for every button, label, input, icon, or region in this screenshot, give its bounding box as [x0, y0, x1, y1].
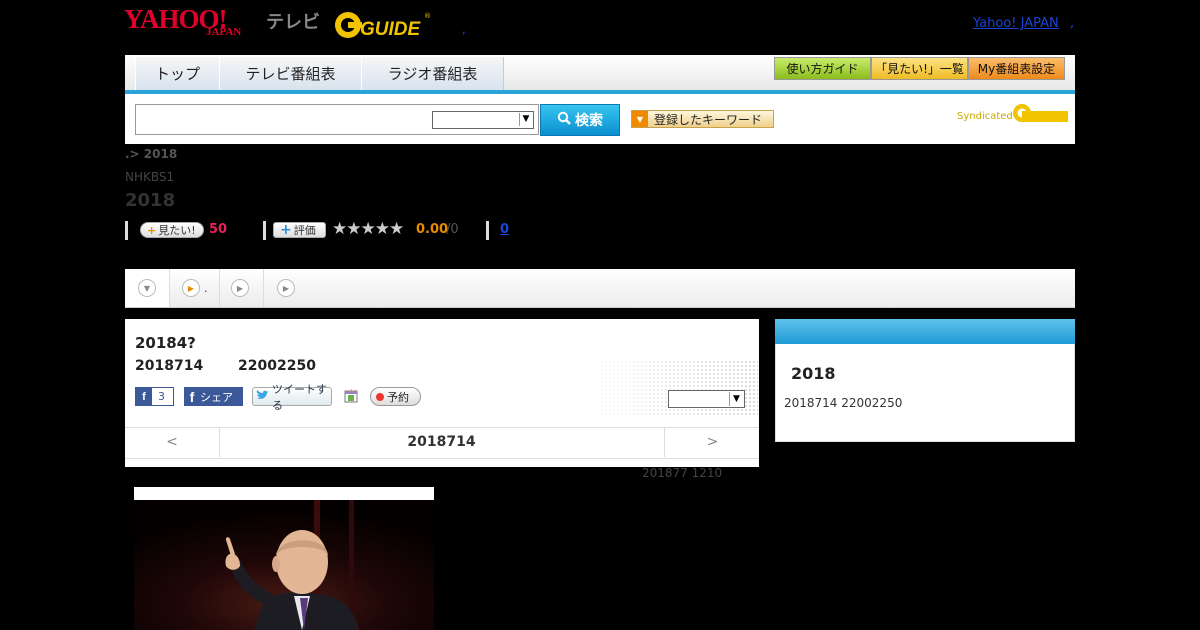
current-episode-date: 2018714	[407, 434, 476, 450]
divider	[263, 221, 266, 240]
want-list-button[interactable]: 「見たい!」一覧	[871, 57, 968, 80]
episode-time: 22002250	[238, 358, 316, 374]
usage-guide-button[interactable]: 使い方ガイド	[774, 57, 871, 80]
rate-label: 評価	[293, 224, 316, 237]
update-note: 201877 1210	[642, 466, 723, 480]
tweet-button[interactable]: ツイートする	[252, 383, 332, 412]
tab-section-2-label: .	[204, 281, 208, 295]
comments-link[interactable]: 0	[500, 222, 509, 237]
gguide-logo[interactable]: GUIDE ®	[334, 10, 432, 40]
rating-value: 0.00	[416, 222, 449, 237]
header-dot: ,	[462, 22, 466, 36]
search-button[interactable]: 検索	[540, 104, 620, 136]
search-button-label: 検索	[575, 113, 603, 129]
tab-top[interactable]: トップ	[135, 57, 220, 90]
gguide-logo-text: GUIDE	[360, 19, 422, 40]
tab-radio-listings[interactable]: ラジオ番組表	[361, 57, 504, 90]
facebook-like-count: 3	[158, 390, 165, 403]
play-icon: ▶	[277, 279, 295, 297]
plus-icon: +	[280, 222, 292, 238]
plus-icon: +	[147, 223, 157, 237]
rating-stars: ★★★★★	[332, 219, 404, 239]
chevron-down-icon[interactable]: ▼	[729, 392, 743, 406]
reserve-button[interactable]: 予約	[370, 387, 421, 406]
breadcrumb[interactable]: .> 2018	[125, 147, 177, 161]
program-title: 2018	[125, 190, 176, 211]
sidebar-title: 2018	[791, 364, 836, 383]
play-icon: ▶	[182, 279, 200, 297]
tab-section-1[interactable]: ▼	[125, 269, 170, 307]
tab-section-3[interactable]: ▶	[221, 269, 264, 307]
divider	[486, 221, 489, 240]
want-to-watch-label: 見たい!	[158, 224, 196, 237]
saved-keywords-button[interactable]: ▼ 登録したキーワード	[631, 110, 774, 128]
episode-title: 20184?	[135, 334, 196, 352]
facebook-icon: f	[189, 388, 195, 405]
svg-text:®: ®	[424, 12, 431, 20]
next-episode-button[interactable]: >	[664, 427, 760, 457]
sidebar-header	[775, 319, 1075, 344]
want-to-watch-button[interactable]: + 見たい!	[140, 222, 204, 238]
chevron-down-icon: ▼	[138, 279, 156, 297]
search-icon	[557, 111, 571, 129]
chevron-down-icon[interactable]: ▼	[519, 113, 532, 126]
play-icon: ▶	[231, 279, 249, 297]
svg-text:+: +	[349, 388, 354, 395]
tab-section-4[interactable]: ▶	[265, 269, 305, 307]
divider	[125, 221, 128, 240]
reserve-label: 予約	[387, 390, 409, 404]
station-name: NHKBS1	[125, 170, 175, 184]
previous-episode-button[interactable]: <	[125, 427, 220, 457]
record-dot-icon	[376, 392, 384, 401]
facebook-share-button[interactable]: f シェア	[184, 387, 243, 406]
facebook-like-button[interactable]: f 3	[135, 387, 174, 406]
tab-tv-listings[interactable]: テレビ番組表	[219, 57, 362, 90]
want-count: 50	[209, 222, 228, 237]
yahoo-japan-logo-text: JAPAN	[206, 26, 242, 38]
tv-logo-text[interactable]: テレビ	[266, 8, 320, 34]
rating-count: /0	[446, 222, 459, 237]
my-listings-settings-button[interactable]: My番組表設定	[968, 57, 1065, 80]
program-image	[134, 500, 434, 630]
facebook-icon: f	[136, 388, 152, 405]
yahoo-japan-link[interactable]: Yahoo! JAPAN	[973, 16, 1059, 31]
tweet-label: ツイートする	[272, 382, 327, 412]
syndicated-label: Syndicated	[957, 111, 1013, 122]
rate-button[interactable]: + 評価	[273, 222, 326, 238]
triangle-down-icon: ▼	[632, 111, 648, 127]
calendar-add-icon[interactable]: +	[344, 388, 358, 403]
facebook-share-label: シェア	[200, 390, 233, 404]
twitter-bird-icon	[256, 389, 270, 404]
tab-section-2[interactable]: ▶ .	[170, 269, 220, 307]
gguide-small-logo	[1013, 104, 1068, 122]
sidebar-broadcast-info: 2018714 22002250	[784, 396, 903, 410]
saved-keywords-label: 登録したキーワード	[654, 112, 763, 127]
header-link-dot: ,	[1070, 16, 1075, 31]
episode-date: 2018714	[135, 358, 204, 374]
